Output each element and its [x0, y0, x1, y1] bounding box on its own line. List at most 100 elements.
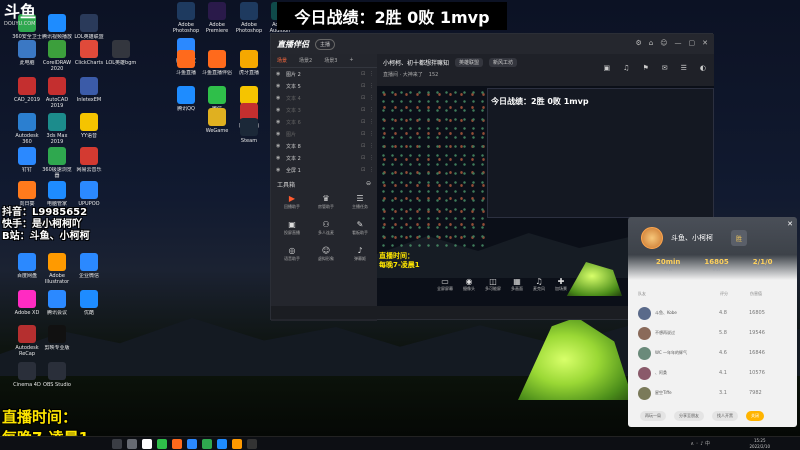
source-row[interactable]: ◉ 文本 5 ⊡ ⋮ — [271, 80, 377, 92]
app-titlebar[interactable]: 直播伴侣 主播 ⚙ ⌂ ☺ — ▢ ✕ — [271, 34, 714, 54]
flag-icon[interactable]: ⚑ — [642, 64, 648, 72]
visibility-icon[interactable]: ◉ — [276, 143, 286, 149]
desktop-icon[interactable]: CorelDRAW 2020 — [40, 40, 74, 72]
lock-icon[interactable]: ⊡ — [361, 131, 369, 137]
taskbar-app-icon[interactable] — [232, 439, 242, 449]
source-row[interactable]: ◉ 图片 ⊡ ⋮ — [271, 128, 377, 140]
tool-item[interactable]: ☰ 主播任务 — [345, 193, 375, 215]
tab-scene-3[interactable]: 场景3 — [324, 57, 337, 64]
desktop-icon[interactable]: 向日葵 — [10, 181, 44, 207]
more-icon[interactable]: ⋮ — [369, 71, 377, 77]
capture-tool[interactable]: ◫ 多可能屏 — [485, 277, 501, 292]
more-icon[interactable]: ⋮ — [369, 131, 377, 137]
taskbar-app-icon[interactable] — [202, 439, 212, 449]
taskbar-app-icon[interactable] — [112, 439, 122, 449]
skin-icon[interactable]: ☺ — [660, 39, 667, 47]
desktop-icon[interactable]: 此电脑 — [10, 40, 44, 66]
source-row[interactable]: ◉ 文本 8 ⊡ ⋮ — [271, 140, 377, 152]
visibility-icon[interactable]: ◉ — [276, 131, 286, 137]
desktop-icon[interactable]: Autodesk 360 — [10, 113, 44, 145]
visibility-icon[interactable]: ◉ — [276, 71, 286, 77]
desktop-icon[interactable]: CAD_2019 — [10, 77, 44, 103]
taskbar-app-icon[interactable] — [172, 439, 182, 449]
source-row[interactable]: ◉ 全屏 1 ⊡ ⋮ — [271, 164, 377, 176]
lock-icon[interactable]: ⊡ — [361, 95, 369, 101]
more-icon[interactable]: ⋮ — [369, 107, 377, 113]
desktop-icon[interactable]: 网易云音乐 — [72, 147, 106, 173]
source-row[interactable]: ◉ 文本 4 ⊡ ⋮ — [271, 92, 377, 104]
capture-tool[interactable]: ♫ 麦克风 — [533, 277, 545, 292]
settings-icon[interactable]: ⚙ — [635, 39, 641, 47]
desktop-icon[interactable]: 企业微信 — [72, 253, 106, 279]
taskbar-app-icon[interactable] — [127, 439, 137, 449]
visibility-icon[interactable]: ◉ — [276, 155, 286, 161]
lock-icon[interactable]: ⊡ — [361, 71, 369, 77]
find-team-button[interactable]: 找人开黑 — [712, 411, 738, 421]
lock-icon[interactable]: ⊡ — [361, 107, 369, 113]
add-scene-button[interactable]: + — [349, 57, 353, 64]
visibility-icon[interactable]: ◉ — [276, 119, 286, 125]
desktop-icon[interactable]: 优酷 — [72, 290, 106, 316]
more-icon[interactable]: ⋮ — [369, 143, 377, 149]
lock-icon[interactable]: ⊡ — [361, 167, 369, 173]
play-again-button[interactable]: 再玩一局 — [640, 411, 666, 421]
more-icon[interactable]: ⋮ — [369, 83, 377, 89]
desktop-icon[interactable]: 360极速浏览器 — [40, 147, 74, 179]
close-button[interactable]: ✕ — [702, 39, 708, 47]
theme-icon[interactable]: ◐ — [700, 64, 706, 72]
close-result-button[interactable]: 关闭 — [746, 411, 764, 421]
desktop-icon[interactable]: Adobe Illustrator — [40, 253, 74, 285]
tool-item[interactable]: ☺ 虚拟形象 — [311, 245, 341, 267]
menu-icon[interactable]: ☰ — [681, 64, 687, 72]
more-icon[interactable]: ⋮ — [369, 119, 377, 125]
desktop-icon[interactable]: YY语音 — [72, 113, 106, 139]
message-icon[interactable]: ✉ — [662, 64, 668, 72]
visibility-icon[interactable]: ◉ — [276, 107, 286, 113]
table-row[interactable]: 不想再说过 5.8 19546 — [638, 323, 788, 343]
home-icon[interactable]: ⌂ — [649, 39, 653, 47]
desktop-icon[interactable]: 3ds Max 2019 — [40, 113, 74, 145]
tool-item[interactable]: ♪ 弹幕姬 — [345, 245, 375, 267]
visibility-icon[interactable]: ◉ — [276, 95, 286, 101]
source-row[interactable]: ◉ 文本 3 ⊡ ⋮ — [271, 104, 377, 116]
source-row[interactable]: ◉ 文本 2 ⊡ ⋮ — [271, 152, 377, 164]
taskbar-app-icon[interactable] — [157, 439, 167, 449]
visibility-icon[interactable]: ◉ — [276, 83, 286, 89]
desktop-icon[interactable]: Autodesk ReCap — [10, 325, 44, 357]
music-icon[interactable]: ♫ — [623, 64, 629, 72]
visibility-icon[interactable]: ◉ — [276, 167, 286, 173]
desktop-icon[interactable]: Cinema 4D — [10, 362, 44, 388]
lock-icon[interactable]: ⊡ — [361, 83, 369, 89]
desktop-icon[interactable]: 电脑管家 — [40, 181, 74, 207]
desktop-icon[interactable]: UPUPOO — [72, 181, 106, 207]
toolbox-collapse-icon[interactable]: ⊖ — [366, 180, 371, 189]
anchor-badge[interactable]: 主播 — [315, 38, 336, 50]
desktop-icon[interactable]: 虎牙直播 — [232, 50, 266, 76]
taskbar-app-icon[interactable] — [217, 439, 227, 449]
screen-icon[interactable]: ▣ — [604, 64, 611, 72]
desktop-icon[interactable]: AutoCAD 2019 — [40, 77, 74, 109]
desktop-icon[interactable]: LOL英雄联盟 — [72, 14, 106, 40]
more-icon[interactable]: ⋮ — [369, 155, 377, 161]
more-icon[interactable]: ⋮ — [369, 167, 377, 173]
capture-tool[interactable]: ▭ 全屏屏幕 — [437, 277, 453, 292]
close-icon[interactable]: ✕ — [787, 220, 793, 228]
taskbar-clock[interactable]: 15:25 2022/2/10 — [749, 438, 770, 450]
system-tray[interactable]: ∧ ◦ ♪ 中 — [690, 440, 710, 447]
tool-item[interactable]: ✎ 看板助手 — [345, 219, 375, 241]
capture-tool[interactable]: ◉ 摄像头 — [463, 277, 475, 292]
desktop-icon[interactable]: 斗鱼直播伴侣 — [200, 50, 234, 76]
table-row[interactable]: WC 一年年的辉气 4.6 16846 — [638, 343, 788, 363]
table-row[interactable]: 、阿桑 4.1 10576 — [638, 363, 788, 383]
desktop-icon[interactable]: 钉钉 — [10, 147, 44, 173]
minimize-button[interactable]: — — [675, 39, 682, 47]
capture-tool[interactable]: ✚ 加场景 — [555, 277, 567, 292]
capture-tool[interactable]: ▦ 多画面 — [511, 277, 523, 292]
table-row[interactable]: 星空Tiffe 3.1 7982 — [638, 383, 788, 403]
category-tag[interactable]: 英雄联盟 — [455, 58, 484, 67]
maximize-button[interactable]: ▢ — [689, 39, 696, 47]
desktop-icon[interactable]: Steam — [232, 118, 266, 144]
desktop-icon[interactable]: 腾讯QQ — [169, 86, 203, 112]
tool-item[interactable]: ◎ 语音助手 — [277, 245, 307, 267]
more-icon[interactable]: ⋮ — [369, 95, 377, 101]
